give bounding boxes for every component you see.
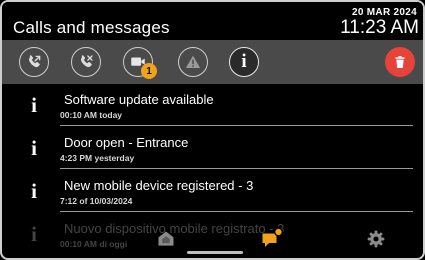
- info-icon: i: [31, 93, 37, 117]
- divider: [60, 211, 413, 212]
- info-icon: i: [241, 51, 247, 72]
- clock: 11:23 AM: [340, 17, 419, 38]
- delete-button[interactable]: [385, 47, 415, 77]
- trash-icon: [395, 56, 405, 68]
- header: Calls and messages 20 MAR 2024 11:23 AM: [2, 2, 423, 40]
- divider: [60, 168, 413, 169]
- list-item-title: New mobile device registered - 3: [64, 178, 254, 193]
- list-item-timestamp: 7:12 of 10/03/2024: [60, 196, 133, 206]
- home-indicator[interactable]: [187, 251, 243, 254]
- video-message-count-badge: 1: [141, 63, 157, 79]
- list-item[interactable]: i Door open - Entrance 4:23 PM yesterday: [2, 127, 423, 169]
- list-item-title: Door open - Entrance: [64, 135, 189, 150]
- list-item-title: Software update available: [64, 92, 214, 107]
- missed-call-icon: [29, 55, 41, 68]
- list-item-timestamp: 4:23 PM yesterday: [60, 153, 135, 163]
- messages-icon: [262, 227, 283, 247]
- nav-messages-button[interactable]: [252, 224, 292, 254]
- info-icon: i: [31, 136, 37, 160]
- nav-home-button[interactable]: [146, 224, 186, 254]
- filter-toolbar: i 1: [2, 40, 423, 84]
- rejected-call-icon: [81, 55, 93, 68]
- bottom-nav: [2, 224, 423, 258]
- list-item[interactable]: i New mobile device registered - 3 7:12 …: [2, 170, 423, 212]
- info-icon: i: [31, 179, 37, 203]
- missed-calls-filter-button[interactable]: [19, 47, 49, 77]
- settings-icon: [367, 230, 385, 248]
- divider: [60, 125, 413, 126]
- rejected-calls-filter-button[interactable]: [71, 47, 101, 77]
- list-item[interactable]: i Software update available 00:10 AM tod…: [2, 84, 423, 126]
- info-filter-button[interactable]: i: [229, 47, 259, 77]
- home-icon: [158, 231, 174, 246]
- nav-settings-button[interactable]: [356, 224, 396, 254]
- page-title: Calls and messages: [13, 18, 170, 37]
- alerts-filter-button[interactable]: [178, 47, 208, 77]
- app-frame: Calls and messages 20 MAR 2024 11:23 AM: [0, 0, 425, 260]
- list-item-timestamp: 00:10 AM today: [60, 110, 123, 120]
- alert-icon: [185, 55, 201, 68]
